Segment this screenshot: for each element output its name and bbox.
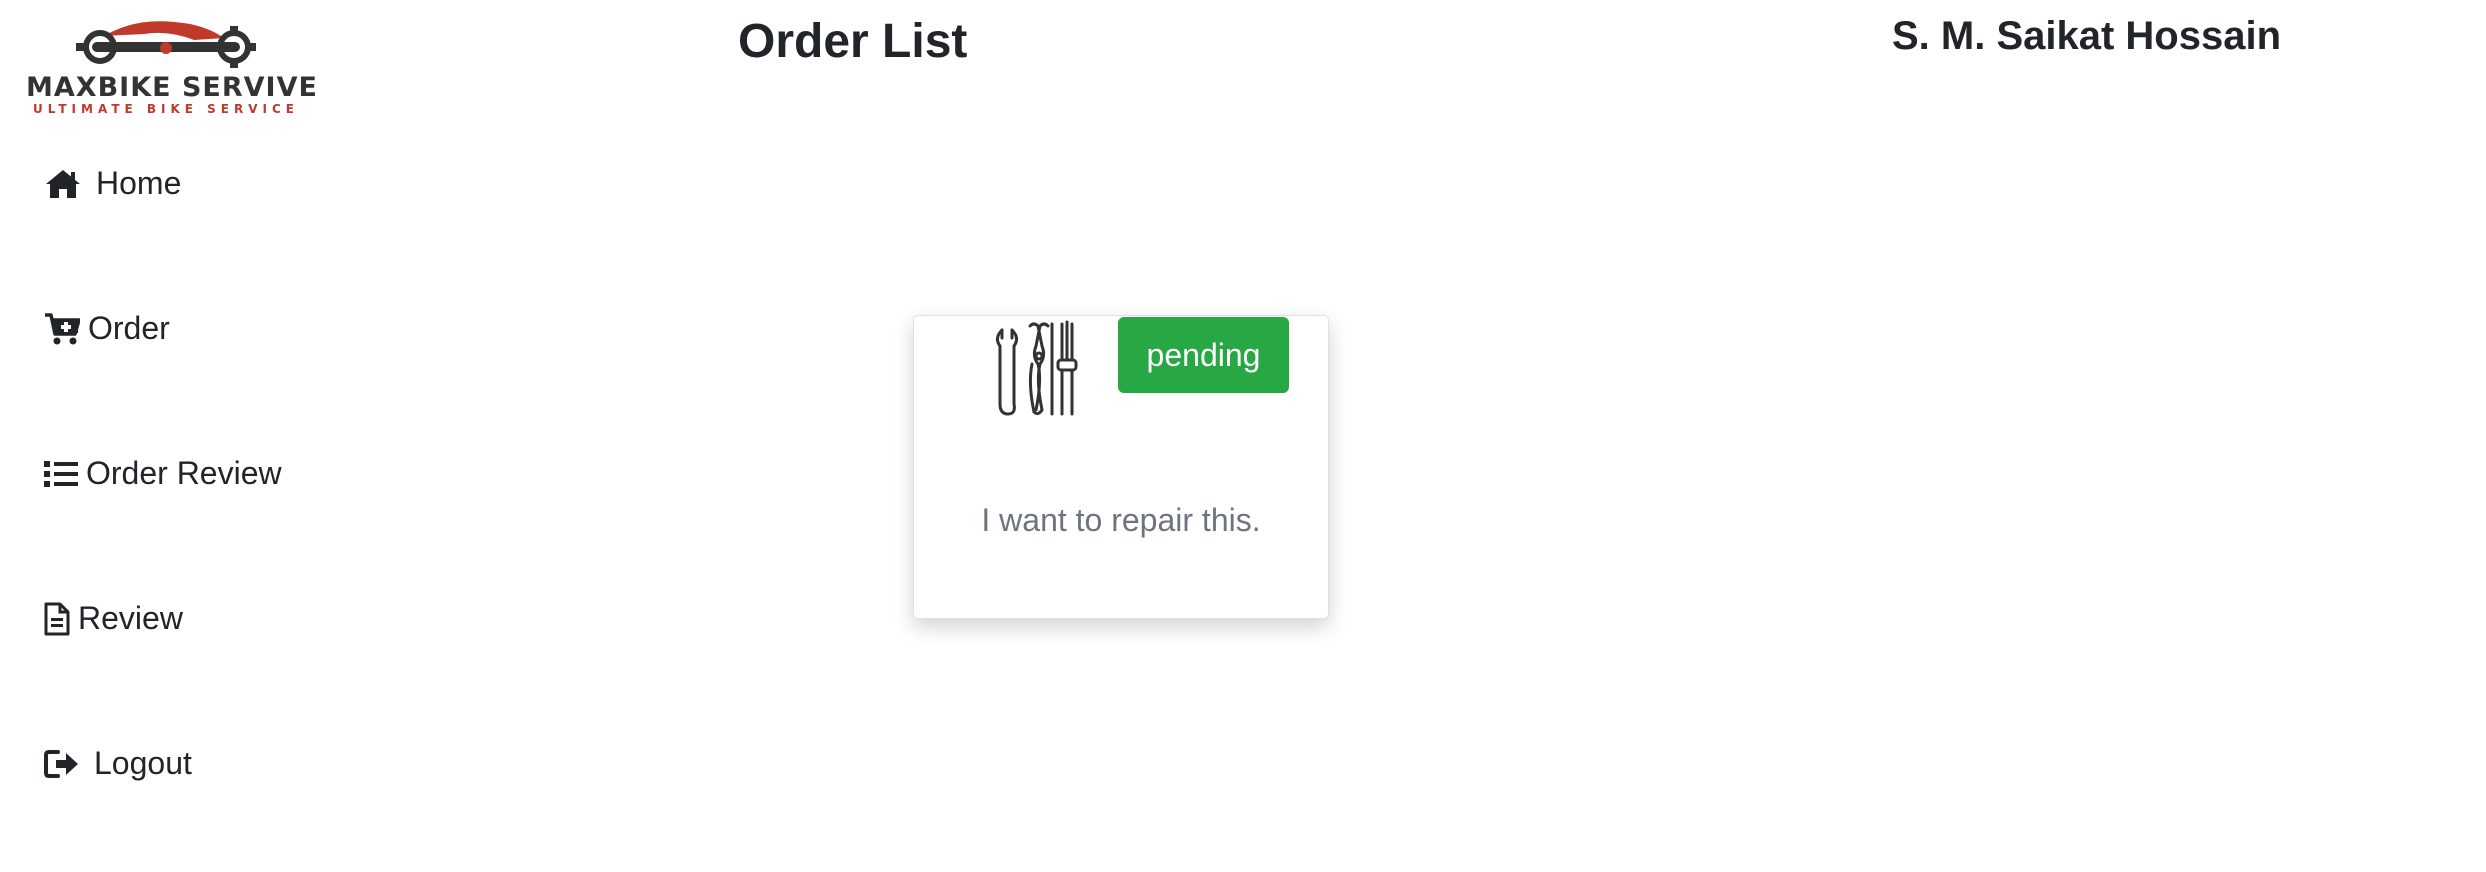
page: MAXBIKE SERVIVE ULTIMATE BIKE SERVICE Or… xyxy=(0,0,2486,872)
status-badge: pending xyxy=(1118,317,1289,393)
home-icon xyxy=(44,168,82,200)
sidebar-item-order-review[interactable]: Order Review xyxy=(44,455,282,492)
tools-icon xyxy=(990,320,1086,425)
sidebar-item-label: Home xyxy=(96,165,182,201)
sidebar-item-review[interactable]: Review xyxy=(44,600,183,637)
page-title: Order List xyxy=(738,15,968,68)
cart-plus-icon xyxy=(44,312,80,346)
list-icon xyxy=(44,459,78,489)
order-card[interactable]: pending I want to repair this. xyxy=(913,315,1329,619)
sidebar-item-label: Review xyxy=(78,600,183,636)
sidebar-item-label: Logout xyxy=(94,745,192,781)
brand-logo[interactable]: MAXBIKE SERVIVE ULTIMATE BIKE SERVICE xyxy=(26,14,318,116)
sidebar-item-logout[interactable]: Logout xyxy=(44,745,192,782)
bike-wrench-logo-icon xyxy=(76,21,256,68)
order-description: I want to repair this. xyxy=(981,502,1261,538)
sidebar-item-label: Order xyxy=(88,310,170,346)
sidebar-item-order[interactable]: Order xyxy=(44,310,170,347)
logo-tagline: ULTIMATE BIKE SERVICE xyxy=(32,102,300,116)
file-alt-icon xyxy=(44,602,70,636)
sidebar-item-home[interactable]: Home xyxy=(44,165,181,202)
user-name: S. M. Saikat Hossain xyxy=(1892,14,2282,58)
sign-out-icon xyxy=(44,749,80,779)
logo-title: MAXBIKE SERVIVE xyxy=(26,72,318,103)
sidebar-item-label: Order Review xyxy=(86,455,282,491)
